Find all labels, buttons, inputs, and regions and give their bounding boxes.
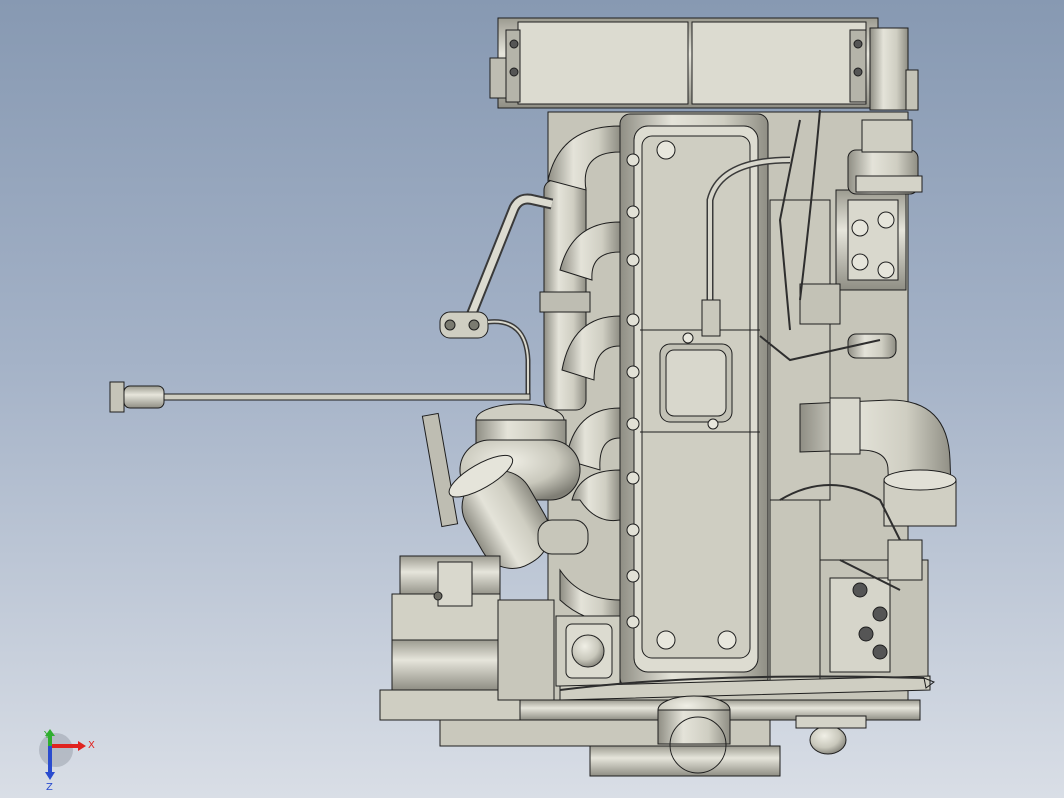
valve-cover xyxy=(619,113,769,689)
engine-model[interactable] xyxy=(0,0,1064,798)
coordinate-triad: X Y Z xyxy=(39,729,95,793)
air-cleaner-housing xyxy=(489,17,919,111)
dipstick-rod xyxy=(109,381,531,413)
x-axis-head xyxy=(78,741,86,751)
front-cover xyxy=(555,615,621,687)
dipstick-tube xyxy=(439,193,554,400)
y-axis-label: Y xyxy=(43,730,51,741)
turbocharger xyxy=(421,403,589,569)
z-axis-head xyxy=(45,772,55,780)
graphics-viewport[interactable]: X Y Z xyxy=(0,0,1064,798)
flywheel-housing xyxy=(379,555,555,721)
x-axis-label: X xyxy=(88,740,95,751)
z-axis-label: Z xyxy=(46,782,53,793)
